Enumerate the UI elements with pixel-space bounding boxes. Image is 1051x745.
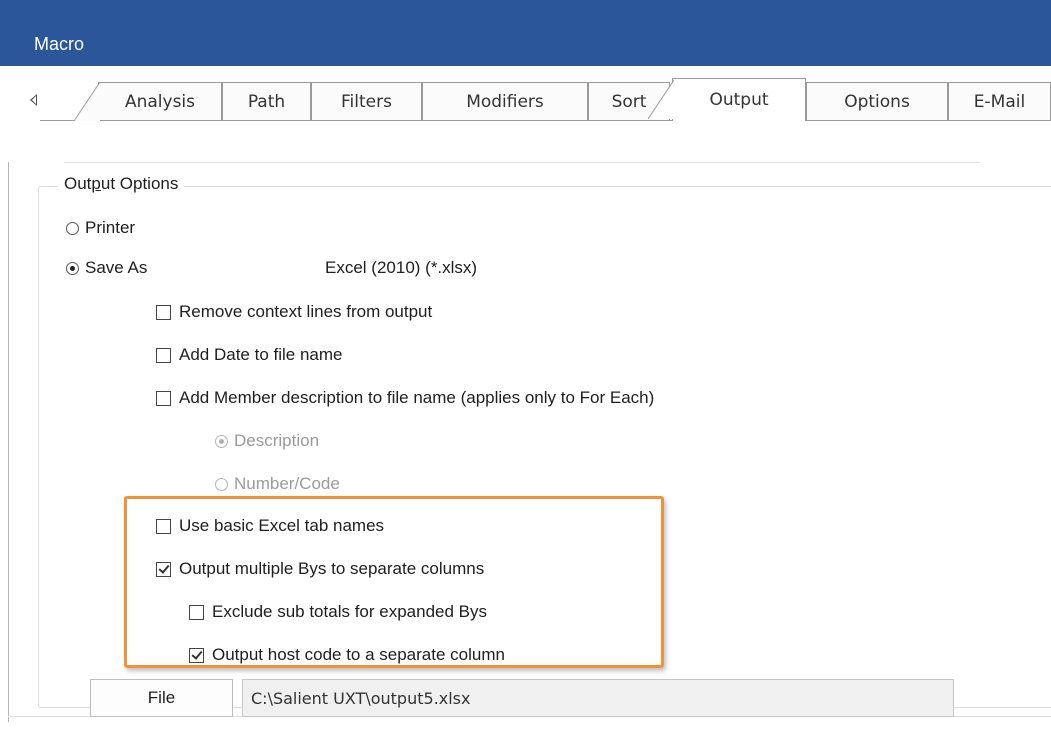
tab-label: Modifiers (466, 91, 544, 112)
save-as-label: Save As (85, 258, 148, 277)
scroll-left-arrow-icon[interactable] (30, 94, 37, 106)
title-bar: Macro (0, 0, 1051, 66)
remove-context-check-box[interactable] (156, 304, 171, 320)
tab-strip-baseline (40, 120, 1051, 121)
tab-filters[interactable]: Filters (311, 82, 422, 120)
exclude-subtotals-label: Exclude sub totals for expanded Bys (212, 602, 487, 621)
tab-path[interactable]: Path (222, 82, 311, 120)
basic-tab-names-checkbox[interactable]: Use basic Excel tab names (156, 516, 384, 536)
add-member-description-label: Add Member description to file name (app… (179, 388, 655, 407)
tab-strip: Analysis Path Filters Modifiers Sort Out… (0, 66, 1051, 126)
save-format-value: Excel (2010) (*.xlsx) (325, 258, 478, 277)
remove-context-label: Remove context lines from output (179, 302, 433, 321)
basic-tab-names-label: Use basic Excel tab names (179, 516, 385, 535)
host-code-label: Output host code to a separate column (212, 645, 505, 664)
mnemonic-letter: p (91, 174, 101, 193)
file-button[interactable]: File (90, 679, 233, 717)
save-as-radio-button[interactable] (66, 261, 79, 275)
number-code-radio: Number/Code (215, 474, 340, 494)
tab-output[interactable]: Output (648, 78, 806, 121)
tab-email[interactable]: E-Mail (948, 82, 1051, 120)
basic-tab-names-check-box[interactable] (156, 518, 171, 534)
tab-label: E-Mail (973, 91, 1026, 112)
description-radio: Description (215, 431, 319, 451)
exclude-subtotals-checkbox[interactable]: Exclude sub totals for expanded Bys (189, 602, 487, 622)
tab-label: Options (844, 91, 910, 112)
tab-label: Output (709, 90, 769, 110)
description-label: Description (234, 431, 320, 450)
add-date-check-box[interactable] (156, 347, 171, 363)
remove-context-checkbox[interactable]: Remove context lines from output (156, 302, 432, 322)
add-member-description-checkbox[interactable]: Add Member description to file name (app… (156, 388, 654, 408)
tab-options[interactable]: Options (806, 82, 948, 120)
description-radio-button (215, 434, 228, 448)
printer-radio-button[interactable] (66, 221, 79, 235)
tab-label: Sort (611, 91, 647, 112)
number-code-label: Number/Code (234, 474, 340, 493)
multiple-bys-label: Output multiple Bys to separate columns (179, 559, 485, 578)
tab-label: Path (247, 91, 286, 112)
multiple-bys-check-box[interactable] (156, 561, 171, 577)
panel-top-border (64, 162, 980, 163)
multiple-bys-checkbox[interactable]: Output multiple Bys to separate columns (156, 559, 484, 579)
add-date-checkbox[interactable]: Add Date to file name (156, 345, 342, 365)
add-date-label: Add Date to file name (179, 345, 343, 364)
window-title: Macro (34, 34, 85, 54)
host-code-checkbox[interactable]: Output host code to a separate column (189, 645, 505, 665)
tab-edge (74, 82, 100, 121)
save-as-radio[interactable]: Save As (66, 258, 147, 278)
tab-label: Analysis (124, 91, 196, 112)
tab-analysis[interactable]: Analysis (74, 82, 222, 121)
tab-label: Filters (341, 91, 392, 112)
printer-radio[interactable]: Printer (66, 218, 135, 238)
exclude-subtotals-check-box[interactable] (189, 604, 204, 620)
host-code-check-box[interactable] (189, 647, 204, 663)
add-member-description-check-box[interactable] (156, 390, 171, 406)
tab-edge (648, 79, 674, 120)
output-options-legend: Output Options (58, 174, 185, 194)
panel-left-border (8, 162, 9, 722)
output-path-field[interactable]: C:\Salient UXT\output5.xlsx (242, 679, 954, 717)
number-code-radio-button (215, 477, 228, 491)
printer-label: Printer (85, 218, 136, 237)
tab-modifiers[interactable]: Modifiers (422, 82, 588, 120)
